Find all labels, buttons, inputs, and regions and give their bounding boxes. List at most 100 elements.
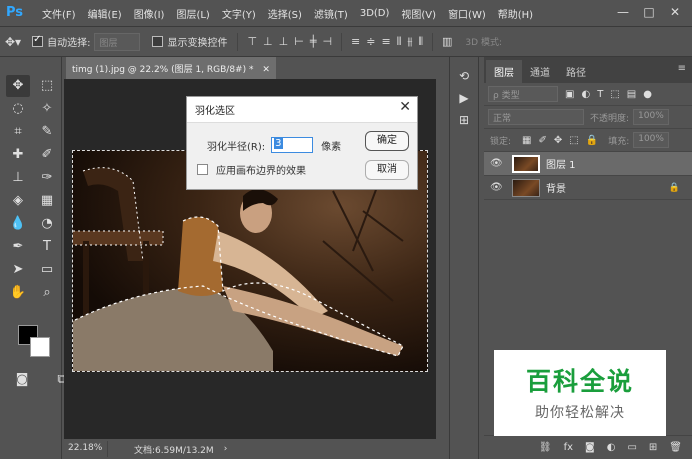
history-brush-tool-icon[interactable]: ✑ [35, 167, 59, 189]
shape-filter-icon[interactable]: ⬚ [610, 89, 619, 100]
filter-kind-dropdown[interactable]: ρ 类型 [488, 86, 558, 102]
menu-3d[interactable]: 3D(D) [354, 8, 396, 19]
distribute-top-icon[interactable]: ≡ [348, 35, 363, 48]
pen-tool-icon[interactable]: ✒ [6, 236, 30, 258]
layer-name[interactable]: 背景 [546, 180, 566, 195]
photoshop-logo[interactable]: Ps [6, 4, 28, 22]
lock-all-icon[interactable]: 🔒 [586, 135, 598, 146]
layer-name[interactable]: 图层 1 [546, 156, 576, 171]
close-tab-icon[interactable]: ✕ [262, 65, 270, 75]
layer-row[interactable]: 👁 背景 🔒 [484, 176, 692, 200]
move-tool-icon[interactable]: ✥▾ [0, 35, 26, 49]
menu-image[interactable]: 图像(I) [128, 6, 171, 21]
menu-window[interactable]: 窗口(W) [442, 6, 492, 21]
auto-select-dropdown[interactable]: 图层 [94, 32, 141, 51]
filter-toggle-icon[interactable]: ● [643, 89, 652, 100]
tab-layers[interactable]: 图层 [486, 60, 522, 83]
show-transform-checkbox[interactable] [152, 36, 164, 47]
history-panel-icon[interactable]: ⟲ [450, 65, 478, 87]
fx-icon[interactable]: fx [564, 442, 573, 453]
background-color[interactable] [30, 337, 50, 357]
crop-tool-icon[interactable]: ⌗ [6, 121, 30, 143]
lock-artboard-icon[interactable]: ⬚ [569, 135, 578, 146]
gradient-tool-icon[interactable]: ▦ [35, 190, 59, 212]
align-bottom-icon[interactable]: ⊥ [276, 35, 292, 48]
zoom-level[interactable]: 22.18% [64, 441, 108, 457]
eyedropper-tool-icon[interactable]: ✎ [35, 121, 59, 143]
eye-icon[interactable]: 👁 [490, 182, 508, 193]
new-layer-icon[interactable]: ⊞ [649, 442, 657, 453]
ok-button[interactable]: 确定 [365, 131, 409, 151]
menu-edit[interactable]: 编辑(E) [82, 6, 128, 21]
adjustment-layer-icon[interactable]: ◐ [607, 442, 616, 453]
lock-transparency-icon[interactable]: ▦ [522, 135, 531, 146]
pixel-filter-icon[interactable]: ▣ [565, 89, 574, 100]
align-top-icon[interactable]: ⊤ [244, 35, 260, 48]
auto-align-icon[interactable]: ▥ [439, 35, 455, 48]
link-layers-icon[interactable]: ⛓ [539, 442, 552, 453]
menu-select[interactable]: 选择(S) [262, 6, 308, 21]
add-mask-icon[interactable]: ◙ [585, 442, 595, 453]
tab-channels[interactable]: 通道 [522, 60, 558, 83]
opacity-input[interactable]: 100% [633, 109, 670, 125]
tab-paths[interactable]: 路径 [558, 60, 594, 83]
cancel-button[interactable]: 取消 [365, 160, 409, 180]
clone-stamp-tool-icon[interactable]: ⊥ [6, 167, 30, 189]
auto-select-checkbox[interactable] [32, 34, 44, 47]
feather-radius-input[interactable]: 3 [271, 137, 314, 153]
distribute-vcenter-icon[interactable]: ≑ [363, 35, 378, 48]
close-icon[interactable]: ✕ [399, 99, 411, 115]
distribute-bottom-icon[interactable]: ≡ [378, 35, 393, 48]
menu-view[interactable]: 视图(V) [395, 6, 442, 21]
marquee-tool-icon[interactable]: ⬚ [35, 75, 59, 97]
zoom-tool-icon[interactable]: ⌕ [35, 282, 59, 304]
dodge-tool-icon[interactable]: ◔ [35, 213, 59, 235]
menu-filter[interactable]: 滤镜(T) [308, 6, 354, 21]
align-right-icon[interactable]: ⊣ [319, 35, 335, 48]
distribute-left-icon[interactable]: ⫴ [394, 35, 405, 49]
lock-pixels-icon[interactable]: ✐ [539, 135, 547, 146]
hand-tool-icon[interactable]: ✋ [6, 282, 30, 304]
blur-tool-icon[interactable]: 💧 [6, 213, 30, 235]
eraser-tool-icon[interactable]: ◈ [6, 190, 30, 212]
adjustment-filter-icon[interactable]: ◐ [581, 89, 590, 100]
lock-position-icon[interactable]: ✥ [554, 135, 562, 146]
move-tool-icon[interactable]: ✥ [6, 75, 30, 97]
color-swatches[interactable] [16, 323, 56, 363]
apply-canvas-checkbox[interactable] [197, 164, 208, 175]
menu-type[interactable]: 文字(Y) [216, 6, 262, 21]
panel-menu-icon[interactable]: ≡ [678, 63, 686, 74]
menu-file[interactable]: 文件(F) [36, 6, 82, 21]
menu-layer[interactable]: 图层(L) [170, 6, 215, 21]
magic-wand-tool-icon[interactable]: ✧ [35, 98, 59, 120]
align-vcenter-icon[interactable]: ⊥ [260, 35, 276, 48]
apply-canvas-label[interactable]: 应用画布边界的效果 [216, 162, 306, 177]
delete-layer-icon[interactable]: 🗑 [669, 442, 682, 453]
healing-brush-tool-icon[interactable]: ✚ [6, 144, 30, 166]
type-filter-icon[interactable]: T [597, 89, 603, 100]
align-hcenter-icon[interactable]: ╪ [307, 35, 320, 48]
layer-row[interactable]: 👁 图层 1 [484, 152, 692, 176]
quick-mask-icon[interactable]: ◙ [10, 369, 34, 391]
actions-panel-icon[interactable]: ▶ [450, 87, 478, 109]
type-tool-icon[interactable]: T [35, 236, 59, 258]
path-selection-tool-icon[interactable]: ➤ [6, 259, 30, 281]
properties-panel-icon[interactable]: ⊞ [450, 109, 478, 131]
distribute-hcenter-icon[interactable]: ⫵ [404, 35, 415, 49]
rectangle-tool-icon[interactable]: ▭ [35, 259, 59, 281]
maximize-icon[interactable]: □ [636, 2, 662, 22]
document-tab[interactable]: timg (1).jpg @ 22.2% (图层 1, RGB/8#) * ✕ [66, 57, 276, 79]
minimize-icon[interactable]: — [610, 2, 636, 22]
new-group-icon[interactable]: ▭ [627, 442, 636, 453]
lasso-tool-icon[interactable]: ◌ [6, 98, 30, 120]
status-menu-icon[interactable]: › [224, 444, 228, 454]
close-window-icon[interactable]: ✕ [662, 2, 688, 22]
eye-icon[interactable]: 👁 [490, 158, 508, 169]
distribute-right-icon[interactable]: ⫴ [415, 35, 426, 49]
smart-object-filter-icon[interactable]: ▤ [627, 89, 636, 100]
menu-help[interactable]: 帮助(H) [492, 6, 539, 21]
blend-mode-dropdown[interactable]: 正常 [488, 109, 584, 125]
fill-input[interactable]: 100% [633, 132, 670, 148]
brush-tool-icon[interactable]: ✐ [35, 144, 59, 166]
align-left-icon[interactable]: ⊢ [291, 35, 307, 48]
